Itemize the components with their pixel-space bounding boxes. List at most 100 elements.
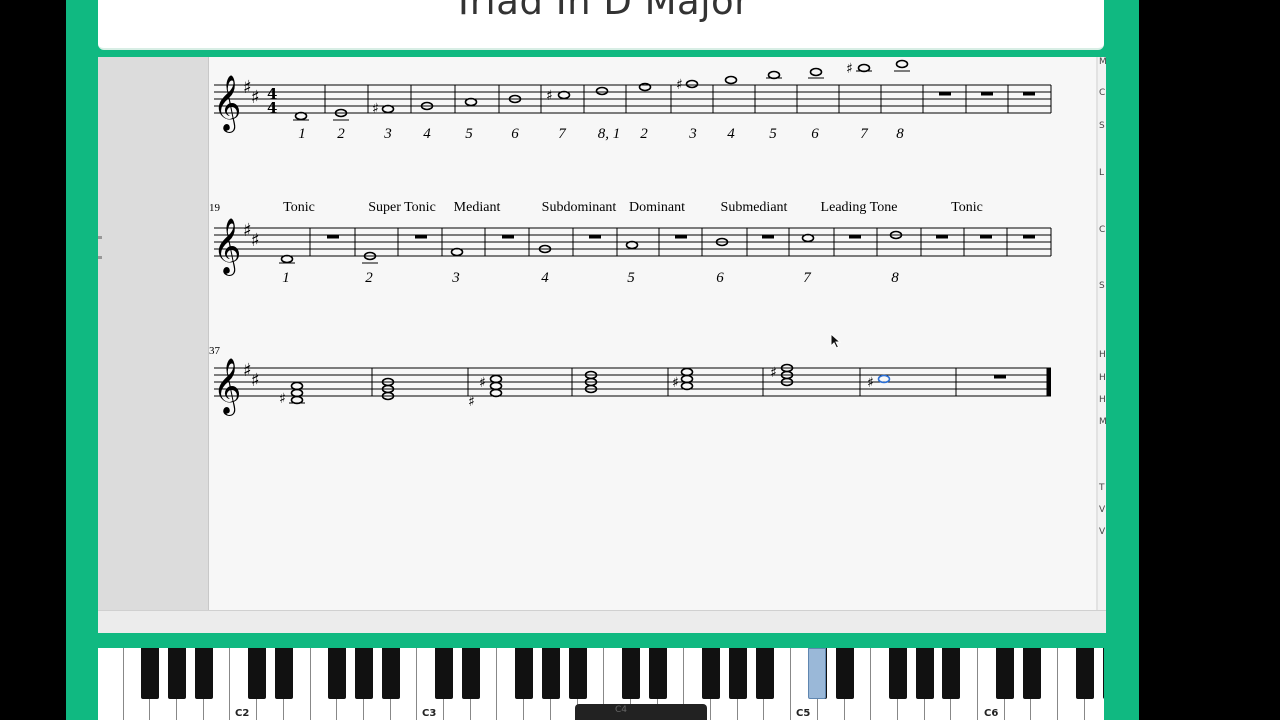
sharp-accidental: ♯	[468, 394, 475, 410]
scale-degree-name: Dominant	[629, 200, 685, 215]
treble-clef-icon: 𝄞	[213, 358, 241, 416]
key-signature-sharp: ♯	[251, 87, 260, 108]
piano-black-key[interactable]	[515, 648, 534, 699]
whole-note	[625, 240, 639, 250]
scale-degree-number: 4	[423, 126, 431, 142]
rest	[981, 92, 993, 96]
rest	[980, 235, 992, 239]
piano-black-key[interactable]	[755, 648, 774, 699]
rest	[939, 92, 951, 96]
inspector-letter: L	[1099, 168, 1105, 178]
piano-black-key[interactable]	[702, 648, 721, 699]
sharp-accidental: ♯	[846, 61, 853, 77]
triad-chord	[289, 381, 305, 405]
whole-note	[857, 63, 871, 73]
rest	[589, 235, 601, 239]
sharp-accidental: ♯	[279, 391, 286, 407]
score-canvas[interactable]: 𝄞 ♯ ♯ 4 4 ♯ ♯ ♯ ♯ 1 2 3 4 5 6 7 8, 1 2 3…	[209, 57, 1096, 610]
piano-black-key[interactable]	[648, 648, 667, 699]
octave-label: C5	[796, 708, 811, 719]
left-side-panel	[98, 57, 209, 610]
scale-degree-number: 8, 1	[598, 126, 621, 142]
piano-black-key[interactable]	[355, 648, 373, 699]
rest	[994, 375, 1006, 379]
piano-black-key[interactable]	[568, 648, 587, 699]
octave-label: C3	[422, 708, 437, 719]
inspector-letter: M	[1099, 57, 1106, 67]
triad-chord	[680, 367, 694, 391]
page-title: Triad In D Major	[452, 0, 750, 23]
whole-note	[801, 233, 815, 243]
piano-black-key[interactable]	[461, 648, 480, 699]
inspector-letter: H	[1099, 373, 1106, 383]
piano-key-highlighted[interactable]	[808, 648, 826, 699]
piano-black-key[interactable]	[141, 648, 160, 699]
piano-black-key[interactable]	[435, 648, 454, 699]
whole-note	[450, 247, 464, 257]
piano-white-key[interactable]	[98, 648, 124, 720]
piano-black-key[interactable]	[1022, 648, 1041, 699]
piano-black-key[interactable]	[541, 648, 560, 699]
inspector-letter: H	[1099, 395, 1106, 405]
piano-black-key[interactable]	[381, 648, 400, 699]
system2-degree-names: Tonic Super Tonic Mediant Subdominant Domina…	[283, 200, 983, 215]
scale-degree-number: 5	[769, 126, 777, 142]
side-panel-marker	[98, 236, 102, 239]
sharp-accidental: ♯	[676, 77, 683, 93]
scale-degree-number: 1	[282, 270, 290, 286]
scale-degree-name: Tonic	[283, 200, 315, 215]
scale-degree-name: Submediant	[721, 200, 788, 215]
whole-note	[381, 104, 395, 114]
sharp-accidental: ♯	[372, 101, 379, 117]
sharp-accidental: ♯	[546, 88, 553, 104]
title-card: Triad In D Major	[98, 0, 1104, 50]
whole-note	[724, 75, 738, 85]
piano-black-key[interactable]	[274, 648, 293, 699]
inspector-letter: C	[1099, 225, 1106, 235]
rest	[327, 235, 339, 239]
system2-scale-degrees: 1 2 3 4 5 6 7 8	[282, 270, 899, 286]
selected-note	[877, 374, 891, 384]
right-inspector-edge[interactable]: M C S L C S H H H M T V V	[1098, 57, 1106, 610]
overlay-tab: C4	[575, 704, 707, 720]
scale-degree-number: 6	[811, 126, 819, 142]
piano-black-key[interactable]	[1075, 648, 1094, 699]
inspector-letter: S	[1099, 121, 1105, 131]
scale-degree-name: Mediant	[454, 200, 501, 215]
piano-black-key[interactable]	[915, 648, 934, 699]
whole-note	[280, 254, 294, 264]
sharp-accidental: ♯	[479, 375, 486, 391]
piano-black-key[interactable]	[622, 648, 640, 699]
piano-black-key[interactable]	[1102, 648, 1104, 699]
piano-black-key[interactable]	[995, 648, 1014, 699]
scale-degree-number: 3	[383, 126, 392, 142]
rest	[415, 235, 427, 239]
inspector-letter: H	[1099, 350, 1106, 360]
inspector-letter: V	[1099, 505, 1106, 515]
inspector-letter: C	[1099, 88, 1106, 98]
piano-black-key[interactable]	[168, 648, 187, 699]
rest	[502, 235, 514, 239]
octave-label: C2	[235, 708, 250, 719]
piano-black-key[interactable]	[728, 648, 747, 699]
scale-degree-number: 1	[298, 126, 306, 142]
time-signature-bottom: 4	[267, 99, 277, 117]
triad-chord	[489, 374, 503, 398]
overlay-tab-label: C4	[615, 705, 628, 715]
inspector-letter: T	[1099, 483, 1105, 493]
piano-black-key[interactable]	[835, 648, 854, 699]
treble-clef-icon: 𝄞	[213, 218, 241, 276]
piano-black-key[interactable]	[328, 648, 347, 699]
piano-black-key[interactable]	[942, 648, 961, 699]
scale-degree-number: 7	[803, 270, 812, 286]
piano-black-key[interactable]	[889, 648, 907, 699]
treble-clef-icon: 𝄞	[213, 75, 241, 133]
whole-note	[294, 111, 308, 121]
scale-degree-number: 4	[727, 126, 735, 142]
octave-label: C6	[984, 708, 999, 719]
rest	[849, 235, 861, 239]
system1-scale-degrees: 1 2 3 4 5 6 7 8, 1 2 3 4 5 6 7 8	[298, 126, 904, 142]
piano-black-key[interactable]	[194, 648, 213, 699]
piano-black-key[interactable]	[248, 648, 267, 699]
key-signature-sharp: ♯	[251, 230, 260, 251]
